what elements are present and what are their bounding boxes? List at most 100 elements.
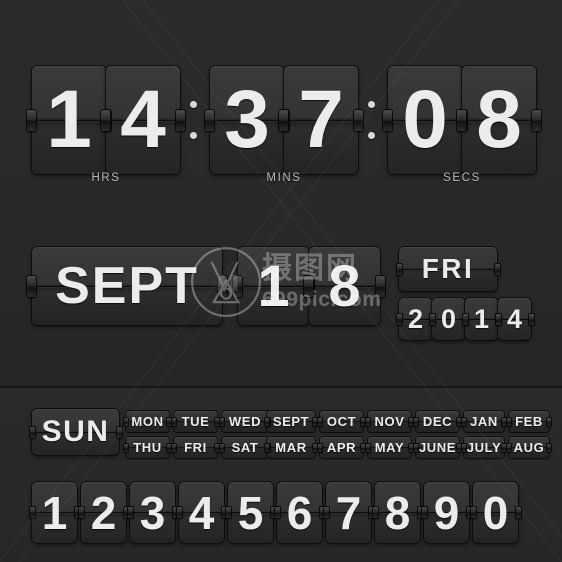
minutes-ones-card[interactable]: 7 [279,66,363,174]
digit-card-7[interactable]: 7 [323,482,374,543]
weekday-chip-fri[interactable]: FRI [172,437,219,458]
hinge-nub-left-icon [396,263,402,275]
minutes-label: MINS [266,172,302,184]
hinge-nub-right-icon [409,443,413,452]
digit-glyph: 0 [482,486,509,539]
hinge-nub-left-icon [323,507,329,518]
hours-ones-card[interactable]: 4 [101,66,185,174]
seconds-ones-card[interactable]: 8 [457,66,541,174]
seconds-tens-card[interactable]: 0 [383,66,467,174]
hinge-nub-left-icon [124,417,128,426]
digit-card-8[interactable]: 8 [372,482,423,543]
digit-glyph: 8 [384,486,411,539]
hinge-nub-left-icon [127,507,133,518]
month-chip-label: SEPT [272,414,310,429]
month-chip-label: AUG [513,440,545,455]
colon-separator-mins-secs [368,101,376,139]
hinge-nub-left-icon [78,507,84,518]
hinge-nub-left-icon [470,507,476,518]
month-chip-jan[interactable]: JAN [462,411,506,432]
hinge-nub-left-icon [225,507,231,518]
hinge-nub-left-icon [27,109,36,131]
month-chip-aug[interactable]: AUG [507,437,551,458]
digit-card-1[interactable]: 1 [29,482,80,543]
colon-dot-bottom-icon [368,132,375,139]
month-chip-july[interactable]: JULY [462,437,506,458]
month-chip-dec[interactable]: DEC [414,411,461,432]
hinge-nub-left-icon [495,313,501,325]
minutes-tens-card[interactable]: 3 [205,66,289,174]
hinge-nub-left-icon [372,507,378,518]
year-digit-2-glyph: 0 [440,303,457,334]
hinge-nub-left-icon [414,417,418,426]
hinge-nub-left-icon [366,417,370,426]
month-chip-june[interactable]: JUNE [414,437,461,458]
hinge-nub-right-icon [313,443,317,452]
hours-label: HRS [91,172,121,184]
weekday-chip-tue[interactable]: TUE [172,411,219,432]
year-digit-4-glyph: 4 [506,303,523,334]
hinge-nub-left-icon [265,417,269,426]
hinge-nub-left-icon [318,417,322,426]
hinge-nub-left-icon [304,275,313,297]
digit-card-9[interactable]: 9 [421,482,472,543]
year-digit-4-card[interactable]: 4 [495,298,534,340]
month-chip-feb[interactable]: FEB [507,411,551,432]
year-digit-3-glyph: 1 [473,303,490,334]
month-chip-apr[interactable]: APR [318,437,365,458]
day-tens-card[interactable]: 1 [233,247,314,325]
weekday-chip-label: MON [131,414,164,429]
hinge-nub-left-icon [414,443,418,452]
hinge-nub-right-icon [547,443,551,452]
digit-card-0[interactable]: 0 [470,482,521,543]
hinge-nub-right-icon [515,507,521,518]
weekday-chip-mon[interactable]: MON [124,411,171,432]
hinge-nub-right-icon [376,275,385,297]
hinge-nub-left-icon [101,109,110,131]
hinge-nub-left-icon [396,313,402,325]
colon-separator-hours-mins [190,101,198,139]
hinge-nub-right-icon [361,417,365,426]
weekday-chip-wed[interactable]: WED [220,411,270,432]
weekday-chip-sat[interactable]: SAT [220,437,270,458]
month-chip-oct[interactable]: OCT [318,411,365,432]
month-chip-sept[interactable]: SEPT [265,411,317,432]
hinge-nub-right-icon [167,417,171,426]
hinge-nub-left-icon [421,507,427,518]
digit-glyph: 6 [286,486,313,539]
selected-weekday-card[interactable]: SUN [29,409,122,455]
digit-card-2[interactable]: 2 [78,482,129,543]
digit-card-6[interactable]: 6 [274,482,325,543]
hours-tens-card[interactable]: 1 [27,66,111,174]
hinge-nub-right-icon [547,417,551,426]
weekday-chip-label: WED [228,414,262,429]
digit-card-4[interactable]: 4 [176,482,227,543]
minutes-tens-glyph: 3 [224,74,270,165]
hinge-nub-left-icon [462,313,468,325]
year-digit-3-card[interactable]: 1 [462,298,501,340]
month-chip-nov[interactable]: NOV [366,411,413,432]
year-digit-1-card[interactable]: 2 [396,298,435,340]
year-digit-2-card[interactable]: 0 [429,298,468,340]
day-ones-glyph: 8 [328,253,361,319]
hinge-nub-left-icon [383,109,392,131]
digit-card-3[interactable]: 3 [127,482,178,543]
weekday-chip-label: FRI [184,440,207,455]
digit-glyph: 3 [139,486,166,539]
hinge-nub-left-icon [462,417,466,426]
weekday-chip-thu[interactable]: THU [124,437,171,458]
day-ones-card[interactable]: 8 [304,247,385,325]
month-chip-mar[interactable]: MAR [265,437,317,458]
month-chip-may[interactable]: MAY [366,437,413,458]
weekday-card[interactable]: FRI [396,247,500,291]
seconds-ones-glyph: 8 [476,74,522,165]
month-chip-label: JULY [466,440,502,455]
month-card[interactable]: SEPT [27,247,227,325]
hinge-nub-left-icon [205,109,214,131]
hinge-nub-right-icon [409,417,413,426]
digit-card-5[interactable]: 5 [225,482,276,543]
hinge-nub-right-icon [167,443,171,452]
hinge-nub-left-icon [233,275,242,297]
hinge-nub-right-icon [457,443,461,452]
colon-dot-bottom-icon [190,132,197,139]
